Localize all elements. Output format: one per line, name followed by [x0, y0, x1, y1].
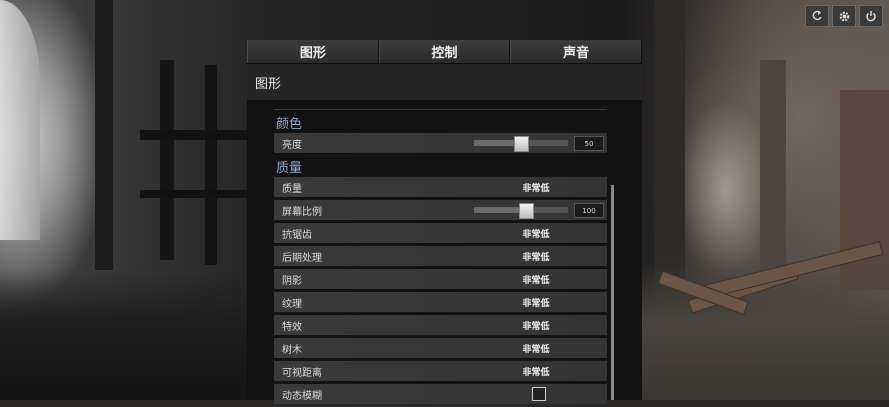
- setting-value[interactable]: 非常低: [504, 342, 568, 355]
- setting-row-shadows[interactable]: 阴影 非常低: [274, 269, 607, 289]
- bright-archway: [0, 0, 40, 240]
- setting-value[interactable]: 非常低: [504, 250, 568, 263]
- slider-handle[interactable]: [514, 136, 529, 152]
- stone-column: [760, 60, 786, 290]
- setting-label: 抗锯齿: [282, 229, 312, 241]
- stone-column: [95, 0, 113, 270]
- setting-label: 亮度: [282, 139, 302, 151]
- setting-row-textures[interactable]: 纹理 非常低: [274, 292, 607, 312]
- setting-row-post-processing[interactable]: 后期处理 非常低: [274, 246, 607, 266]
- scaffold-post: [160, 60, 174, 260]
- motion-blur-checkbox[interactable]: [532, 387, 546, 401]
- panel-title: 图形: [247, 64, 642, 101]
- tab-controls[interactable]: 控制: [378, 40, 511, 63]
- setting-row-screen-scale: 屏幕比例 100: [274, 200, 607, 220]
- refresh-icon[interactable]: [805, 5, 829, 27]
- setting-label: 质量: [282, 183, 302, 195]
- settings-list: 颜色 亮度 50 质量 质量 非常低 屏幕比例 100 抗锯齿 非常低 后期处理…: [274, 109, 607, 407]
- setting-label: 阴影: [282, 275, 302, 287]
- stone-column: [655, 0, 685, 300]
- setting-value[interactable]: 非常低: [504, 365, 568, 378]
- setting-label: 动态模糊: [282, 390, 322, 402]
- setting-row-view-distance[interactable]: 可视距离 非常低: [274, 361, 607, 381]
- rubble-left: [0, 270, 250, 400]
- power-icon[interactable]: [859, 5, 883, 27]
- top-right-toolbar: [805, 5, 883, 27]
- setting-value[interactable]: 非常低: [504, 227, 568, 240]
- settings-tabs: 图形 控制 声音: [247, 40, 643, 64]
- screen-scale-slider[interactable]: [474, 203, 568, 219]
- scaffold-beam: [140, 130, 250, 140]
- scaffold-post: [205, 65, 217, 265]
- settings-panel: 图形 控制 声音 图形 颜色 亮度 50 质量 质量 非常低 屏幕比例 100: [247, 40, 643, 404]
- tab-graphics[interactable]: 图形: [247, 40, 379, 63]
- divider: [274, 109, 607, 110]
- slider-handle[interactable]: [518, 203, 534, 219]
- scaffold-beam: [140, 190, 250, 198]
- tab-sound[interactable]: 声音: [510, 40, 643, 63]
- setting-label: 屏幕比例: [282, 206, 322, 218]
- setting-row-effects[interactable]: 特效 非常低: [274, 315, 607, 335]
- setting-row-brightness: 亮度 50: [274, 133, 607, 153]
- setting-value[interactable]: 非常低: [504, 296, 568, 309]
- setting-label: 可视距离: [282, 367, 322, 379]
- setting-label: 纹理: [282, 298, 302, 310]
- setting-row-quality[interactable]: 质量 非常低: [274, 177, 607, 197]
- setting-row-foliage[interactable]: 树木 非常低: [274, 338, 607, 358]
- scrollbar[interactable]: [611, 185, 614, 400]
- group-title-quality: 质量: [276, 161, 303, 176]
- setting-label: 特效: [282, 321, 302, 333]
- setting-row-motion-blur: 动态模糊: [274, 384, 607, 404]
- setting-value[interactable]: 非常低: [504, 273, 568, 286]
- screen-scale-value: 100: [574, 203, 604, 218]
- brightness-slider[interactable]: [474, 136, 568, 152]
- setting-row-anti-aliasing[interactable]: 抗锯齿 非常低: [274, 223, 607, 243]
- gear-icon[interactable]: [832, 5, 856, 27]
- group-title-color: 颜色: [276, 117, 303, 132]
- setting-value[interactable]: 非常低: [504, 319, 568, 332]
- setting-label: 树木: [282, 344, 302, 356]
- brightness-value: 50: [574, 136, 604, 151]
- setting-value[interactable]: 非常低: [504, 181, 568, 194]
- setting-label: 后期处理: [282, 252, 322, 264]
